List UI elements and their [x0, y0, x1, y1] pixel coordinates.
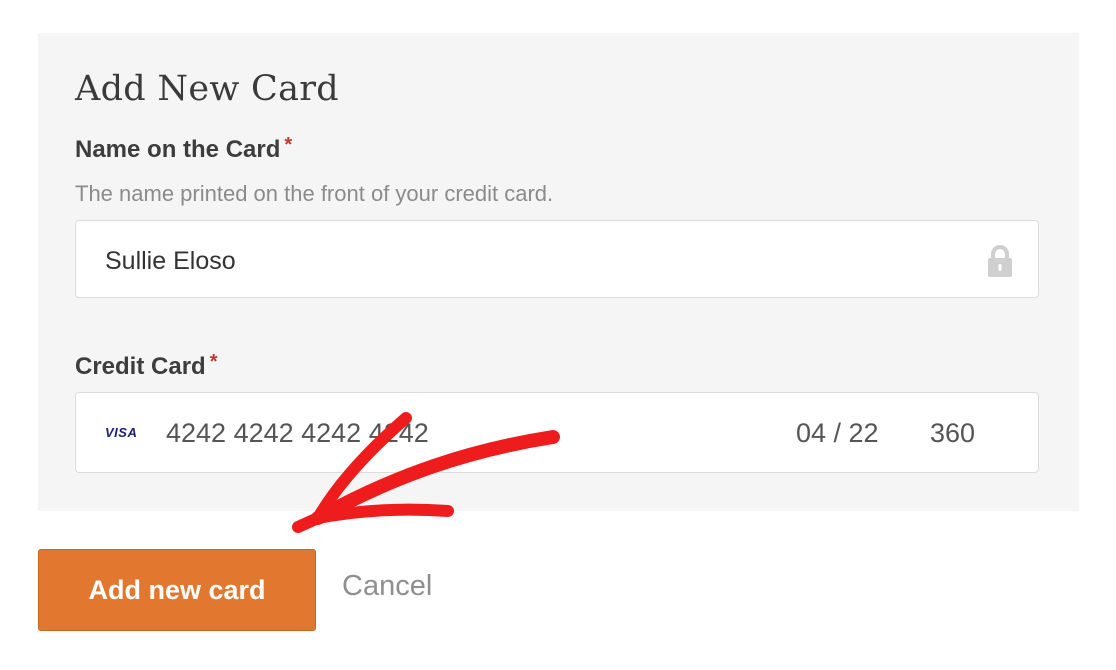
- card-expiry-field[interactable]: 04 / 22: [796, 418, 879, 449]
- name-on-card-label-text: Name on the Card: [75, 136, 281, 163]
- name-on-card-help-text: The name printed on the front of your cr…: [75, 181, 554, 206]
- credit-card-label-text: Credit Card: [75, 353, 206, 380]
- visa-icon: VISA: [105, 425, 138, 440]
- cancel-button[interactable]: Cancel: [342, 570, 432, 603]
- name-on-card-value[interactable]: Sullie Eloso: [105, 247, 236, 276]
- credit-card-input[interactable]: VISA 4242 4242 4242 4242 04 / 22 360: [75, 392, 1039, 473]
- required-marker: *: [209, 351, 218, 373]
- name-on-card-input[interactable]: Sullie Eloso: [75, 220, 1039, 298]
- required-marker: *: [284, 134, 293, 156]
- name-on-card-label: Name on the Card *: [75, 134, 293, 164]
- add-new-card-button[interactable]: Add new card: [38, 549, 316, 631]
- add-card-panel: Add New Card Name on the Card * The name …: [38, 33, 1079, 511]
- credit-card-label: Credit Card *: [75, 351, 218, 381]
- form-title: Add New Card: [75, 69, 340, 109]
- card-cvc-field[interactable]: 360: [930, 418, 975, 449]
- page: Add New Card Name on the Card * The name …: [0, 0, 1116, 670]
- lock-icon: [988, 245, 1012, 277]
- card-number-field[interactable]: 4242 4242 4242 4242: [166, 418, 429, 449]
